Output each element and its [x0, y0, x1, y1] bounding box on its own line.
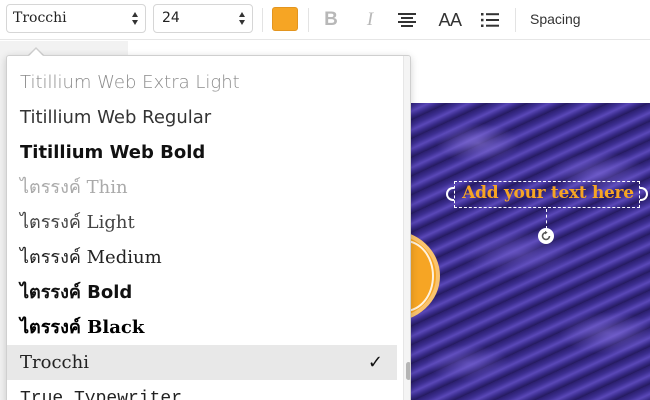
spacing-button[interactable]: Spacing [530, 11, 581, 27]
font-family-select[interactable]: Trocchi [6, 4, 146, 33]
toolbar-divider [515, 8, 516, 32]
font-option[interactable]: ไตรรงค์ Bold [7, 275, 397, 310]
bullet-list-button[interactable] [479, 6, 501, 34]
font-option-label: Titillium Web Bold [20, 142, 206, 163]
selected-text-box[interactable]: Add your text here [454, 181, 640, 208]
font-option[interactable]: ไตรรงค์ Medium [7, 240, 397, 275]
toolbar-divider [262, 8, 263, 32]
text-toolbar: Trocchi 24 B I AA Spacing [0, 0, 650, 40]
select-arrows-icon [239, 12, 246, 25]
scrollbar-thumb[interactable] [406, 362, 410, 380]
rotate-icon [541, 230, 551, 241]
font-family-dropdown: Titillium Web Extra Light Titillium Web R… [6, 55, 411, 400]
font-option-label: Trocchi [20, 352, 89, 373]
font-option[interactable]: ไตรรงค์ Light [7, 205, 397, 240]
rotate-handle[interactable] [538, 228, 554, 244]
resize-handle-left[interactable] [446, 187, 454, 201]
font-option-label: Titillium Web Regular [20, 107, 212, 128]
text-color-button[interactable] [272, 7, 298, 31]
font-size-select[interactable]: 24 [153, 4, 253, 33]
font-option-label: ไตรรงค์ Light [20, 212, 135, 233]
font-option-label: ไตรรงค์ Bold [20, 282, 133, 303]
font-option[interactable]: ไตรรงค์ Black [7, 310, 397, 345]
bold-button[interactable]: B [320, 6, 342, 34]
rotate-guide-line [546, 209, 547, 229]
toolbar-divider [308, 8, 309, 32]
select-arrows-icon [132, 12, 139, 25]
font-option[interactable]: Trocchi ✓ [7, 345, 397, 380]
font-option[interactable]: Titillium Web Regular [7, 100, 397, 135]
bullet-list-icon [481, 13, 499, 27]
font-option[interactable]: ไตรรงค์ Thin [7, 170, 397, 205]
font-option-label: True Typewriter [20, 389, 183, 400]
checkmark-icon: ✓ [367, 352, 383, 373]
font-option[interactable]: Titillium Web Bold [7, 135, 397, 170]
font-list-scrollbar[interactable] [403, 56, 410, 400]
dropdown-caret-inner [29, 49, 43, 56]
font-family-value: Trocchi [13, 10, 67, 26]
text-element[interactable]: Add your text here [455, 183, 641, 203]
font-option[interactable]: Titillium Web Extra Light [7, 65, 397, 100]
font-option-label: Titillium Web Extra Light [20, 72, 240, 93]
align-center-button[interactable] [396, 6, 418, 34]
uppercase-button[interactable]: AA [434, 6, 466, 34]
font-option-label: ไตรรงค์ Medium [20, 247, 162, 268]
italic-button[interactable]: I [359, 6, 381, 34]
font-option-label: ไตรรงค์ Thin [20, 177, 128, 198]
align-center-icon [398, 13, 416, 27]
font-option-label: ไตรรงค์ Black [20, 317, 145, 338]
yarn-background-image[interactable] [408, 103, 650, 400]
font-size-value: 24 [162, 10, 180, 26]
font-option[interactable]: True Typewriter [7, 380, 397, 400]
